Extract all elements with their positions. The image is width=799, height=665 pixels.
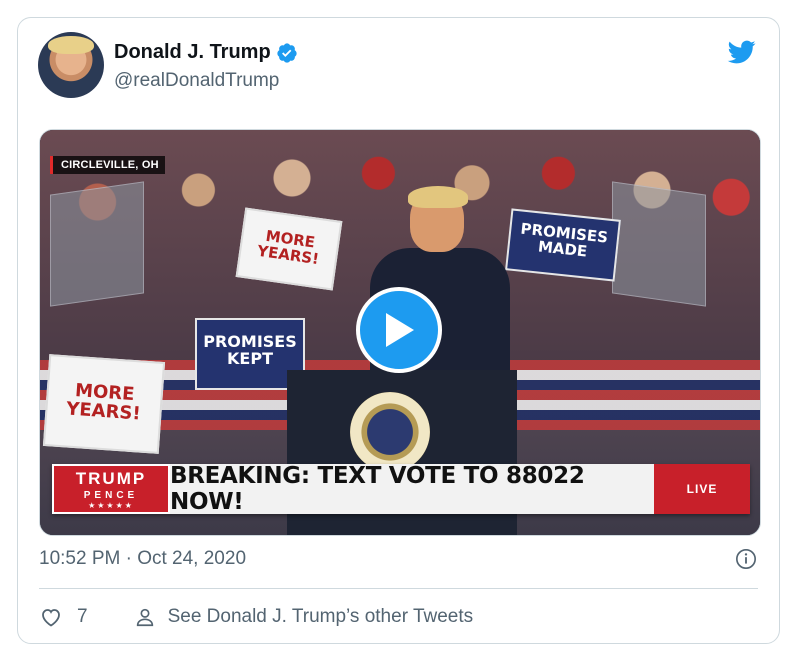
video-player[interactable]: MORE YEARS! PROMISES KEPT MORE YEARS! PR… (39, 129, 761, 536)
campaign-logo: TRUMP PENCE ★★★★★ (52, 464, 170, 514)
sign-promises-made: PROMISES MADE (505, 208, 621, 282)
campaign-logo-stars: ★★★★★ (88, 500, 134, 510)
tweet-timestamp[interactable]: 10:52 PM · Oct 24, 2020 (39, 548, 246, 570)
avatar[interactable] (38, 32, 104, 98)
tweet-actions: 7 See Donald J. Trump’s other Tweets (39, 605, 473, 629)
heart-icon[interactable] (39, 605, 63, 629)
person-icon[interactable] (134, 606, 156, 628)
twitter-bird-icon[interactable] (725, 38, 759, 66)
presidential-seal (350, 392, 430, 472)
tweet-card: Donald J. Trump @realDonaldTrump MORE YE… (17, 17, 780, 644)
play-icon (386, 313, 414, 347)
handle[interactable]: @realDonaldTrump (114, 70, 279, 92)
divider (39, 588, 758, 589)
teleprompter-left (50, 181, 144, 307)
breaking-headline: BREAKING: TEXT VOTE TO 88022 NOW! (170, 463, 654, 515)
campaign-logo-line2: PENCE (83, 489, 139, 501)
like-count[interactable]: 7 (77, 606, 88, 628)
author-name-row[interactable]: Donald J. Trump (114, 41, 298, 64)
live-badge: LIVE (654, 464, 750, 514)
avatar-hair (48, 36, 94, 54)
campaign-logo-line1: TRUMP (75, 468, 147, 488)
verified-badge-icon (277, 42, 297, 63)
sign-more-years-1: MORE YEARS! (235, 207, 343, 291)
see-other-tweets-link[interactable]: See Donald J. Trump’s other Tweets (168, 606, 474, 628)
location-tag: CIRCLEVILLE, OH (50, 156, 165, 174)
teleprompter-right (612, 181, 706, 307)
sign-more-years-2: MORE YEARS! (42, 354, 166, 454)
info-icon[interactable] (735, 548, 757, 570)
play-button[interactable] (356, 287, 442, 373)
news-lower-third: TRUMP PENCE ★★★★★ BREAKING: TEXT VOTE TO… (52, 463, 750, 515)
display-name[interactable]: Donald J. Trump (114, 41, 271, 64)
